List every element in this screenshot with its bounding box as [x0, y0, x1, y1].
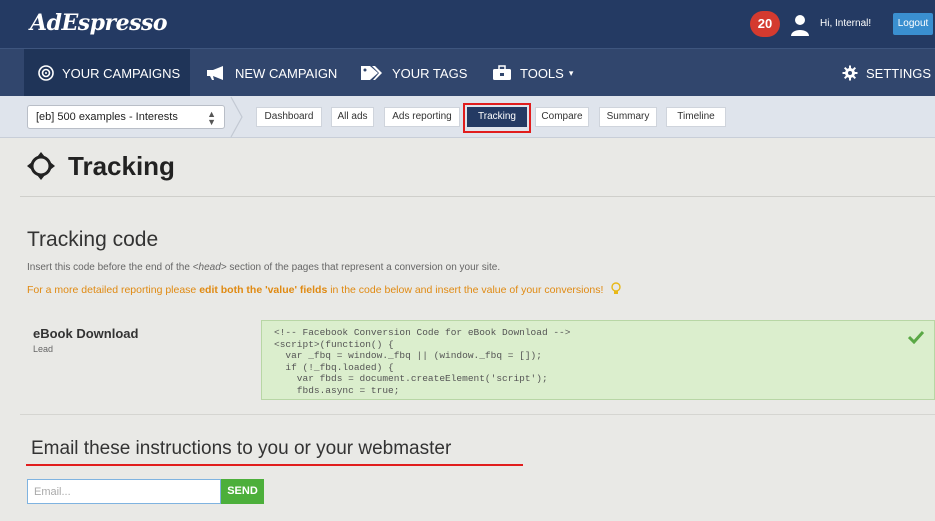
- send-button[interactable]: SEND: [221, 479, 264, 504]
- tab-all-ads[interactable]: All ads: [331, 107, 374, 127]
- nav-settings[interactable]: SETTINGS: [842, 49, 931, 97]
- user-greeting[interactable]: Hi, Internal!: [820, 18, 871, 29]
- tag-icon: [361, 66, 382, 80]
- updown-arrow-icon: ▲ ▼: [207, 109, 216, 127]
- nav-label: TOOLS: [520, 65, 564, 81]
- logo[interactable]: AdEspresso: [30, 10, 168, 36]
- code-text[interactable]: <!-- Facebook Conversion Code for eBook …: [274, 327, 922, 396]
- instruction-tag: <head>: [192, 262, 227, 273]
- nav-new-campaign[interactable]: NEW CAMPAIGN: [205, 49, 337, 97]
- tip-bold: edit both the 'value' fields: [199, 284, 328, 296]
- page-title-row: Tracking: [26, 148, 175, 184]
- nav-tools[interactable]: TOOLS ▾: [492, 49, 573, 97]
- instruction-suffix: section of the pages that represent a co…: [226, 262, 501, 273]
- tab-summary[interactable]: Summary: [599, 107, 657, 127]
- toolbox-icon: [493, 65, 511, 80]
- tab-timeline[interactable]: Timeline: [666, 107, 726, 127]
- section-title: Tracking code: [27, 228, 159, 251]
- user-icon[interactable]: [790, 14, 810, 36]
- code-snippet[interactable]: <!-- Facebook Conversion Code for eBook …: [261, 320, 935, 400]
- divider: [20, 414, 935, 415]
- conversion-name: eBook Download: [33, 326, 139, 341]
- email-input[interactable]: [27, 479, 221, 504]
- email-heading-underline: [26, 464, 523, 466]
- lightbulb-icon: [611, 282, 621, 294]
- logout-button[interactable]: Logout: [893, 13, 933, 35]
- tip-suffix: in the code below and insert the value o…: [327, 284, 604, 296]
- instruction-prefix: Insert this code before the end of the: [27, 262, 193, 273]
- campaign-select[interactable]: [eb] 500 examples - Interests ▲ ▼: [27, 105, 225, 129]
- nav-label: YOUR TAGS: [392, 65, 468, 81]
- notification-badge[interactable]: 20: [750, 11, 780, 37]
- nav-label: SETTINGS: [866, 65, 932, 81]
- tracking-tab-highlight: [463, 103, 531, 133]
- email-heading: Email these instructions to you or your …: [31, 438, 452, 459]
- gear-icon: [842, 65, 858, 81]
- instruction-text: Insert this code before the end of the <…: [27, 262, 500, 273]
- megaphone-icon: [207, 66, 223, 80]
- top-bar: AdEspresso 20 Hi, Internal! Logout: [0, 0, 935, 48]
- crosshair-icon: [27, 152, 55, 180]
- nav-your-tags[interactable]: YOUR TAGS: [360, 49, 467, 97]
- tip-prefix: For a more detailed reporting please: [27, 284, 200, 296]
- tab-ads-reporting[interactable]: Ads reporting: [384, 107, 460, 127]
- nav-label: YOUR CAMPAIGNS: [62, 65, 181, 81]
- nav-label: NEW CAMPAIGN: [235, 65, 338, 81]
- campaign-select-value: [eb] 500 examples - Interests: [36, 111, 178, 123]
- divider: [20, 196, 935, 197]
- checkmark-icon: [908, 330, 924, 344]
- tip-text: For a more detailed reporting please edi…: [27, 282, 622, 296]
- main-nav: YOUR CAMPAIGNS NEW CAMPAIGN YOUR TAGS TO…: [0, 48, 935, 97]
- conversion-type: Lead: [33, 344, 54, 354]
- page-title: Tracking: [68, 150, 175, 181]
- breadcrumb-separator: [230, 96, 243, 138]
- tab-dashboard[interactable]: Dashboard: [256, 107, 322, 127]
- tab-compare[interactable]: Compare: [535, 107, 589, 127]
- nav-your-campaigns[interactable]: YOUR CAMPAIGNS: [24, 49, 190, 97]
- target-icon: [38, 65, 54, 81]
- chevron-down-icon: ▾: [568, 67, 574, 78]
